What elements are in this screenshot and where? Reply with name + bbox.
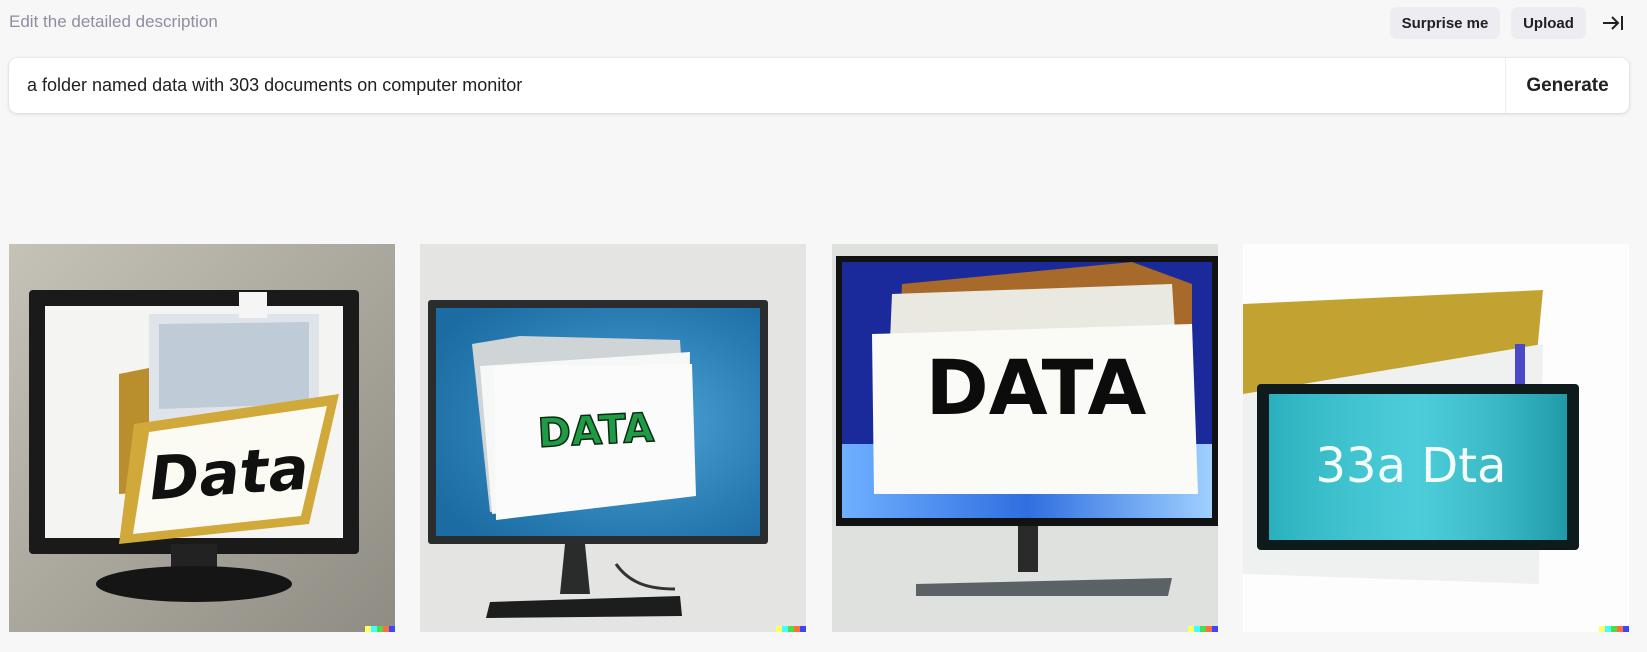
upload-button[interactable]: Upload — [1511, 7, 1586, 39]
monitor-label-4: 33a Dta — [1316, 438, 1507, 494]
monitor-folder-image: DATA — [420, 244, 806, 632]
results-gallery: Data DATA DATA 33a Dta — [0, 244, 1647, 632]
prompt-box: Generate — [9, 58, 1629, 113]
folder-label-3: DATA — [926, 343, 1147, 432]
signature-mark — [365, 626, 395, 632]
monitor-folder-image: 33a Dta — [1243, 244, 1629, 632]
top-bar: Edit the detailed description Surprise m… — [0, 0, 1647, 46]
prompt-hint: Edit the detailed description — [9, 12, 218, 31]
folder-label-2: DATA — [537, 405, 655, 457]
monitor-folder-image: Data — [9, 244, 395, 632]
folder-label-1: Data — [147, 434, 311, 515]
surprise-me-button[interactable]: Surprise me — [1390, 7, 1500, 39]
result-image-4[interactable]: 33a Dta — [1243, 244, 1629, 632]
signature-mark — [1188, 626, 1218, 632]
result-image-2[interactable]: DATA — [420, 244, 806, 632]
result-image-1[interactable]: Data — [9, 244, 395, 632]
signature-mark — [776, 626, 806, 632]
collapse-sidebar-button[interactable] — [1596, 9, 1630, 37]
signature-mark — [1599, 626, 1629, 632]
monitor-folder-image: DATA — [832, 244, 1218, 632]
arrow-right-to-bar-icon — [1603, 16, 1623, 30]
prompt-input[interactable] — [9, 58, 1505, 113]
generate-button[interactable]: Generate — [1505, 58, 1629, 113]
result-image-3[interactable]: DATA — [832, 244, 1218, 632]
